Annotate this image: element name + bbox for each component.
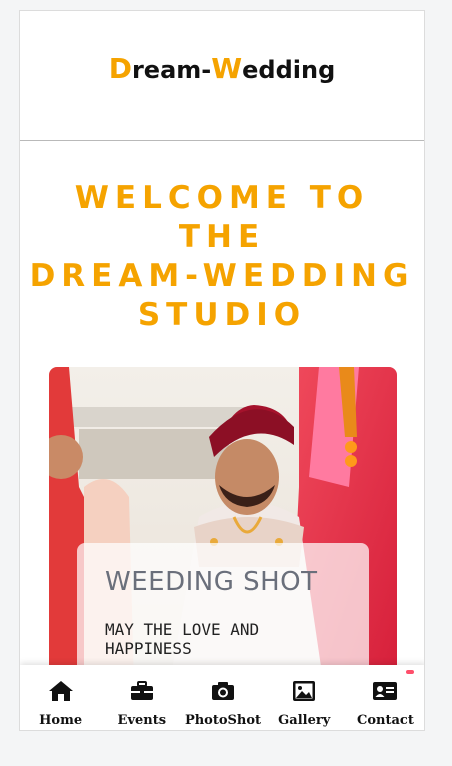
brand-text-edding: edding bbox=[242, 56, 336, 84]
brand-logo[interactable]: Dream-Wedding bbox=[109, 52, 336, 85]
nav-label-events: Events bbox=[117, 713, 167, 728]
nav-item-photoshot[interactable]: PhotoShot bbox=[182, 665, 263, 730]
nav-label-contact: Contact bbox=[357, 713, 414, 728]
welcome-heading: WELCOME TO THE DREAM-WEDDING STUDIO bbox=[20, 179, 424, 335]
brand-initial-w: W bbox=[211, 52, 243, 85]
hero-card[interactable]: WEEDING SHOT MAY THE LOVE AND HAPPINESS bbox=[77, 543, 369, 678]
nav-label-home: Home bbox=[39, 713, 83, 728]
nav-item-home[interactable]: Home bbox=[20, 665, 101, 730]
bottom-navigation: Home Events PhotoShot Gallery Contact bbox=[20, 665, 424, 730]
hero-card-title: WEEDING SHOT bbox=[105, 567, 318, 597]
briefcase-icon bbox=[130, 681, 153, 700]
header: Dream-Wedding bbox=[20, 11, 424, 141]
nav-item-gallery[interactable]: Gallery bbox=[264, 665, 345, 730]
nav-item-events[interactable]: Events bbox=[101, 665, 182, 730]
notification-dot bbox=[406, 670, 414, 674]
welcome-line-1: WELCOME TO THE bbox=[74, 180, 370, 255]
app-screen: Dream-Wedding WELCOME TO THE DREAM-WEDDI… bbox=[19, 10, 425, 731]
brand-initial-d: D bbox=[108, 52, 132, 85]
camera-icon bbox=[212, 682, 234, 700]
hero-card-subtitle: MAY THE LOVE AND HAPPINESS bbox=[105, 620, 260, 658]
nav-item-contact[interactable]: Contact bbox=[345, 665, 424, 730]
brand-text-ream: ream- bbox=[131, 56, 212, 84]
welcome-line-2: DREAM-WEDDING bbox=[29, 258, 415, 294]
home-icon bbox=[48, 681, 73, 701]
contact-card-icon bbox=[373, 682, 398, 700]
nav-label-gallery: Gallery bbox=[278, 713, 331, 728]
welcome-line-3: STUDIO bbox=[137, 297, 307, 333]
nav-label-photoshot: PhotoShot bbox=[184, 713, 262, 728]
image-icon bbox=[293, 681, 316, 701]
